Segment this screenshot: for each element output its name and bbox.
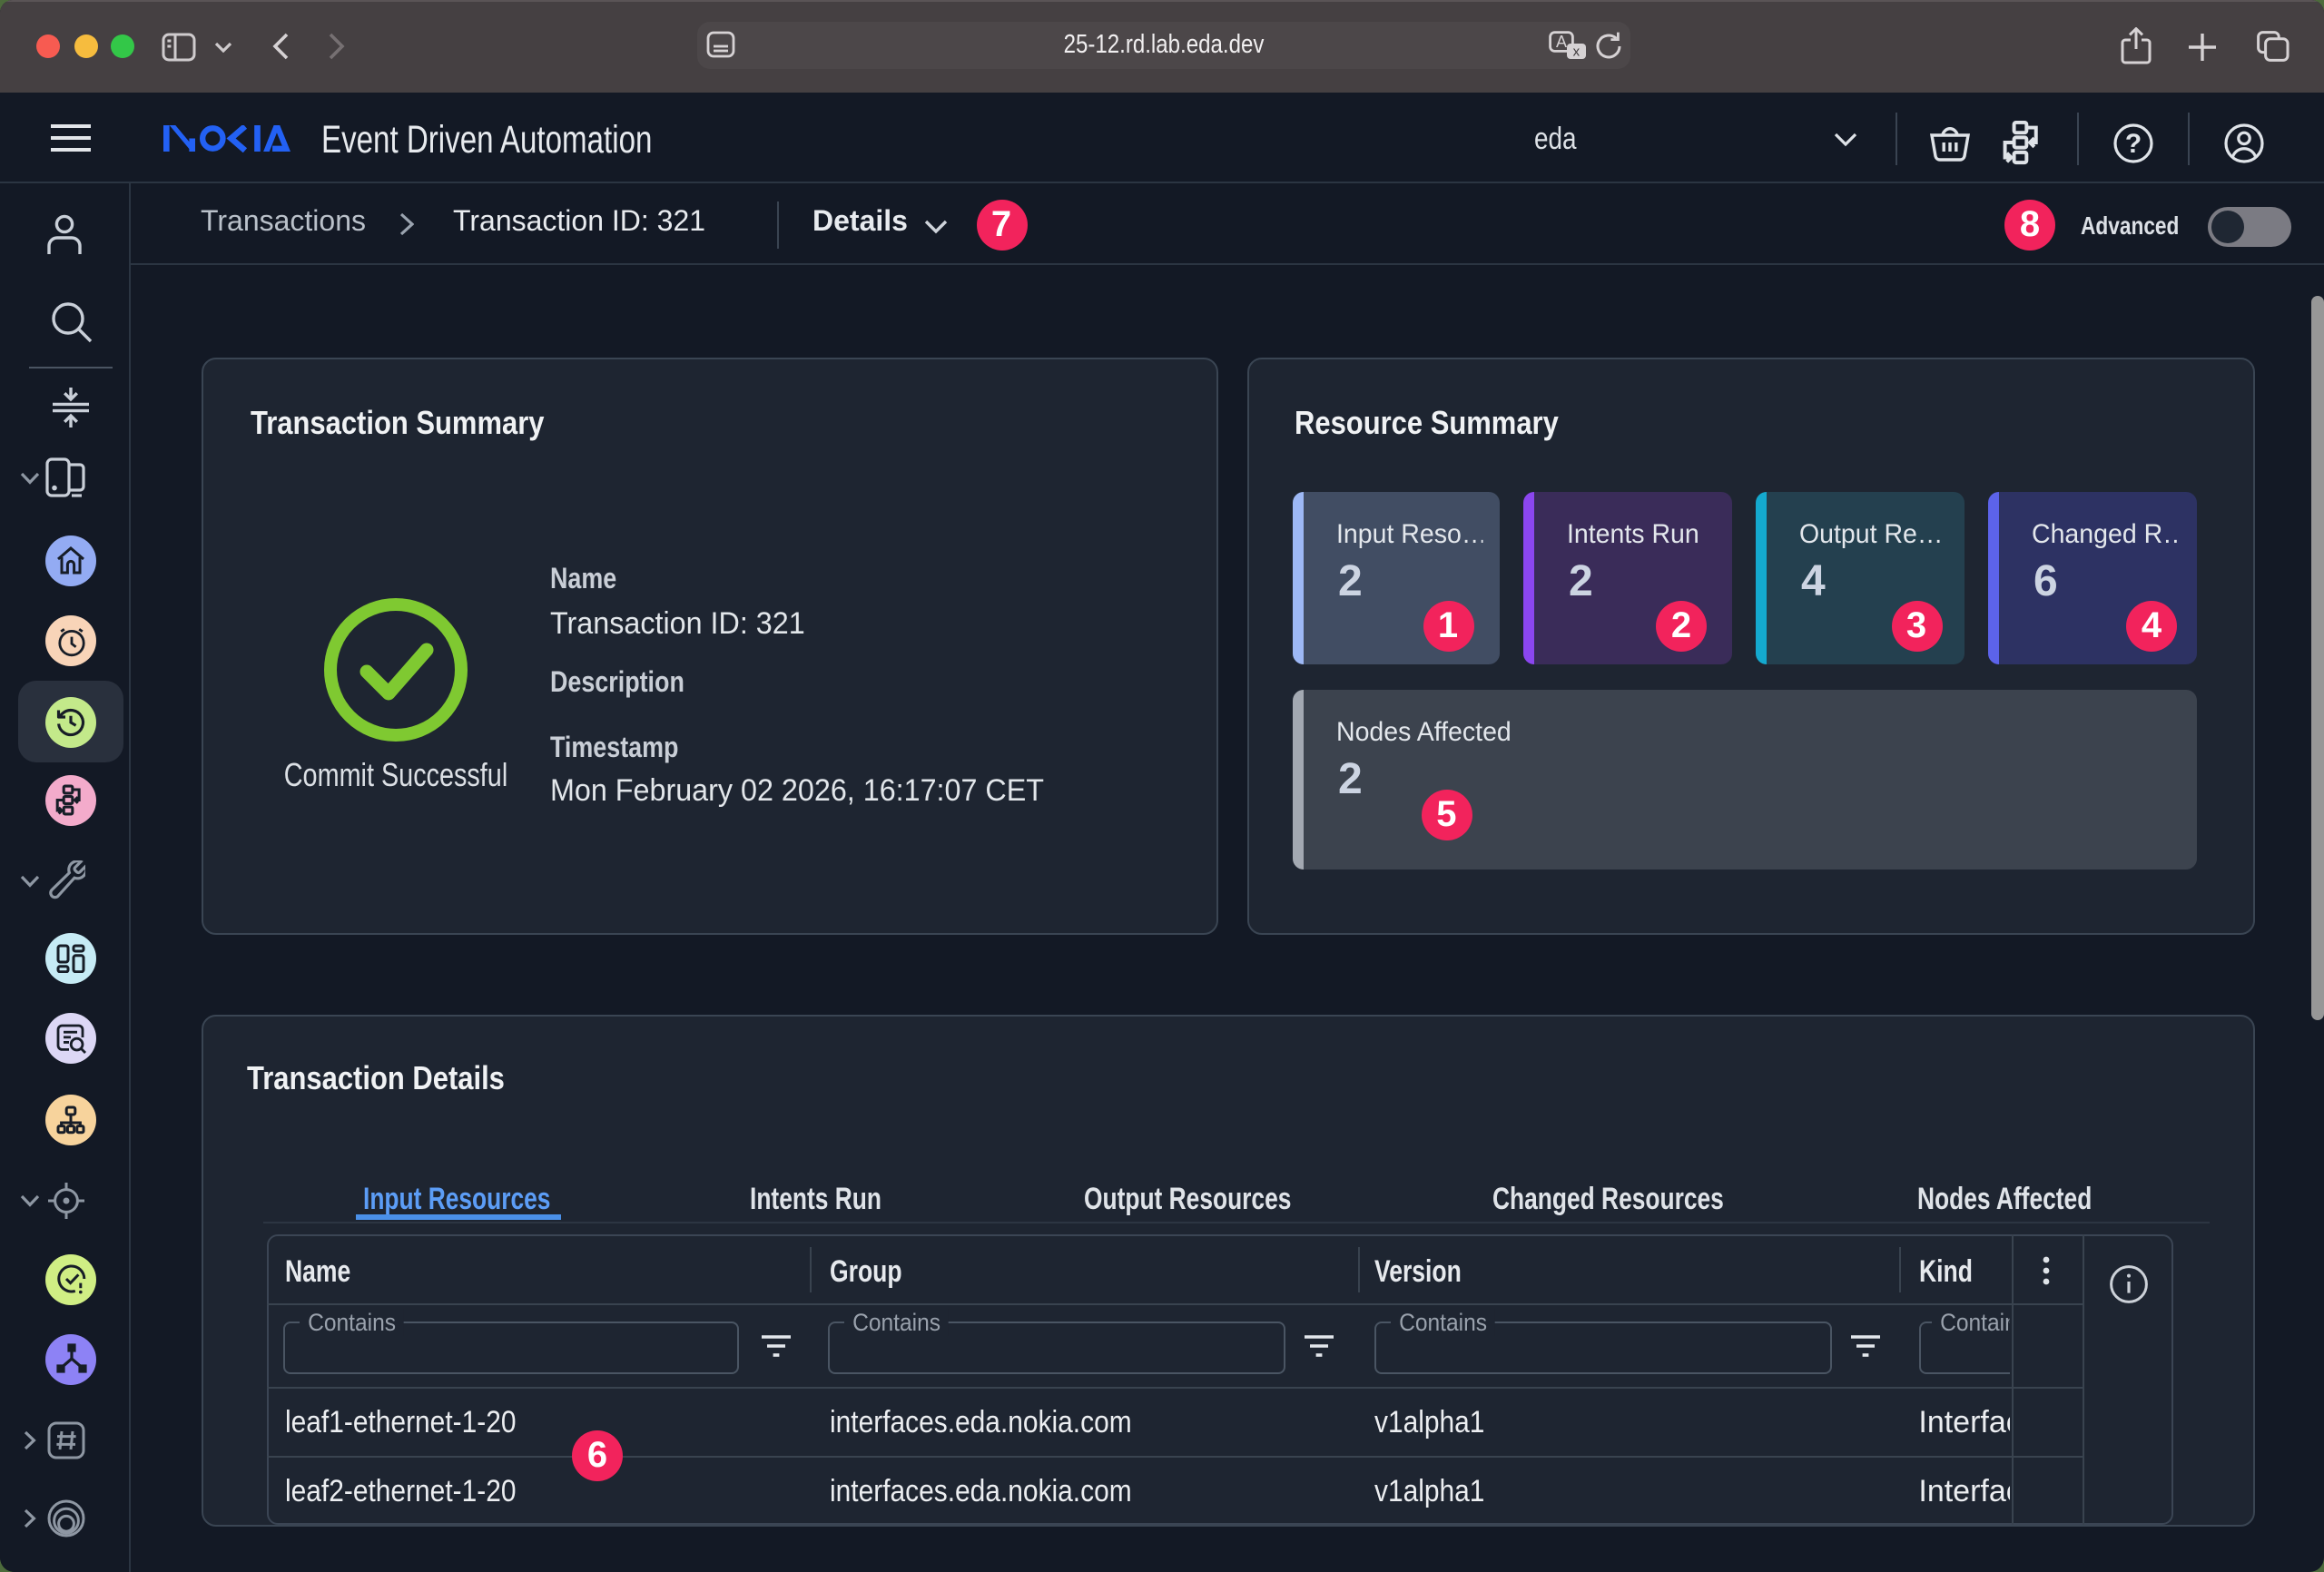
svg-text:x: x	[1573, 44, 1581, 59]
svg-text:?: ?	[2125, 129, 2142, 159]
svg-text:A: A	[1556, 32, 1567, 50]
